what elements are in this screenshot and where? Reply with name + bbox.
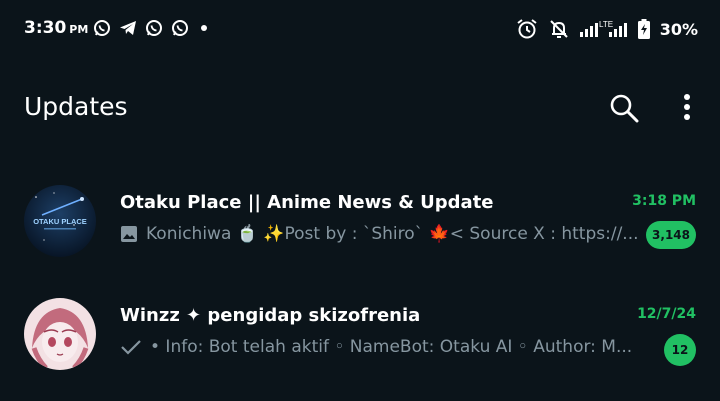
unread-badge: 3,148 bbox=[646, 221, 696, 249]
chat-time: 12/7/24 bbox=[637, 306, 696, 322]
app-header: Updates bbox=[0, 80, 720, 136]
alarm-icon bbox=[517, 19, 537, 39]
whatsapp-icon bbox=[94, 20, 110, 36]
image-icon bbox=[121, 226, 137, 242]
chat-list-item[interactable]: OTAKU PLACE Otaku Place || Anime News & … bbox=[0, 172, 720, 268]
check-icon bbox=[121, 340, 141, 355]
notification-icons bbox=[93, 19, 211, 37]
whatsapp-icon bbox=[172, 20, 188, 36]
search-button[interactable] bbox=[607, 91, 641, 125]
status-ampm: PM bbox=[69, 23, 89, 36]
search-icon bbox=[610, 94, 639, 123]
chat-preview-text: Konichiwa 🍵 ✨Post by : `Shiro` 🍁< Source… bbox=[146, 224, 639, 244]
mute-bell-icon bbox=[549, 20, 568, 38]
unread-badge: 12 bbox=[664, 334, 696, 366]
battery-charging-icon bbox=[637, 19, 650, 39]
battery-percent: 30% bbox=[659, 19, 698, 39]
chat-time: 3:18 PM bbox=[632, 193, 696, 209]
chat-preview-text: • Info: Bot telah aktif ◦ NameBot: Otaku… bbox=[150, 337, 633, 357]
status-time: 3:30 PM bbox=[24, 18, 89, 38]
chat-preview: Konichiwa 🍵 ✨Post by : `Shiro` 🍁< Source… bbox=[120, 224, 640, 244]
svg-text:LTE: LTE bbox=[599, 20, 613, 29]
chat-preview: • Info: Bot telah aktif ◦ NameBot: Otaku… bbox=[120, 337, 640, 357]
chat-name: Winzz ✦ pengidap skizofrenia bbox=[120, 305, 421, 326]
whatsapp-icon bbox=[146, 20, 162, 36]
chat-list-item[interactable]: Winzz ✦ pengidap skizofrenia 12/7/24 • I… bbox=[0, 285, 720, 381]
status-bar: 3:30 PM LTE 30% bbox=[0, 0, 720, 60]
svg-text:OTAKU PLACE: OTAKU PLACE bbox=[33, 217, 87, 226]
dot-icon bbox=[201, 25, 207, 31]
avatar[interactable]: OTAKU PLACE bbox=[24, 185, 96, 257]
signal-lte-icon: LTE bbox=[579, 20, 627, 37]
avatar[interactable] bbox=[24, 298, 96, 370]
more-vertical-icon bbox=[684, 94, 690, 120]
chat-name: Otaku Place || Anime News & Update bbox=[120, 192, 494, 213]
telegram-icon bbox=[120, 21, 136, 35]
more-options-button[interactable] bbox=[676, 91, 698, 125]
status-right-icons: LTE 30% bbox=[516, 18, 698, 40]
page-title: Updates bbox=[24, 92, 128, 121]
